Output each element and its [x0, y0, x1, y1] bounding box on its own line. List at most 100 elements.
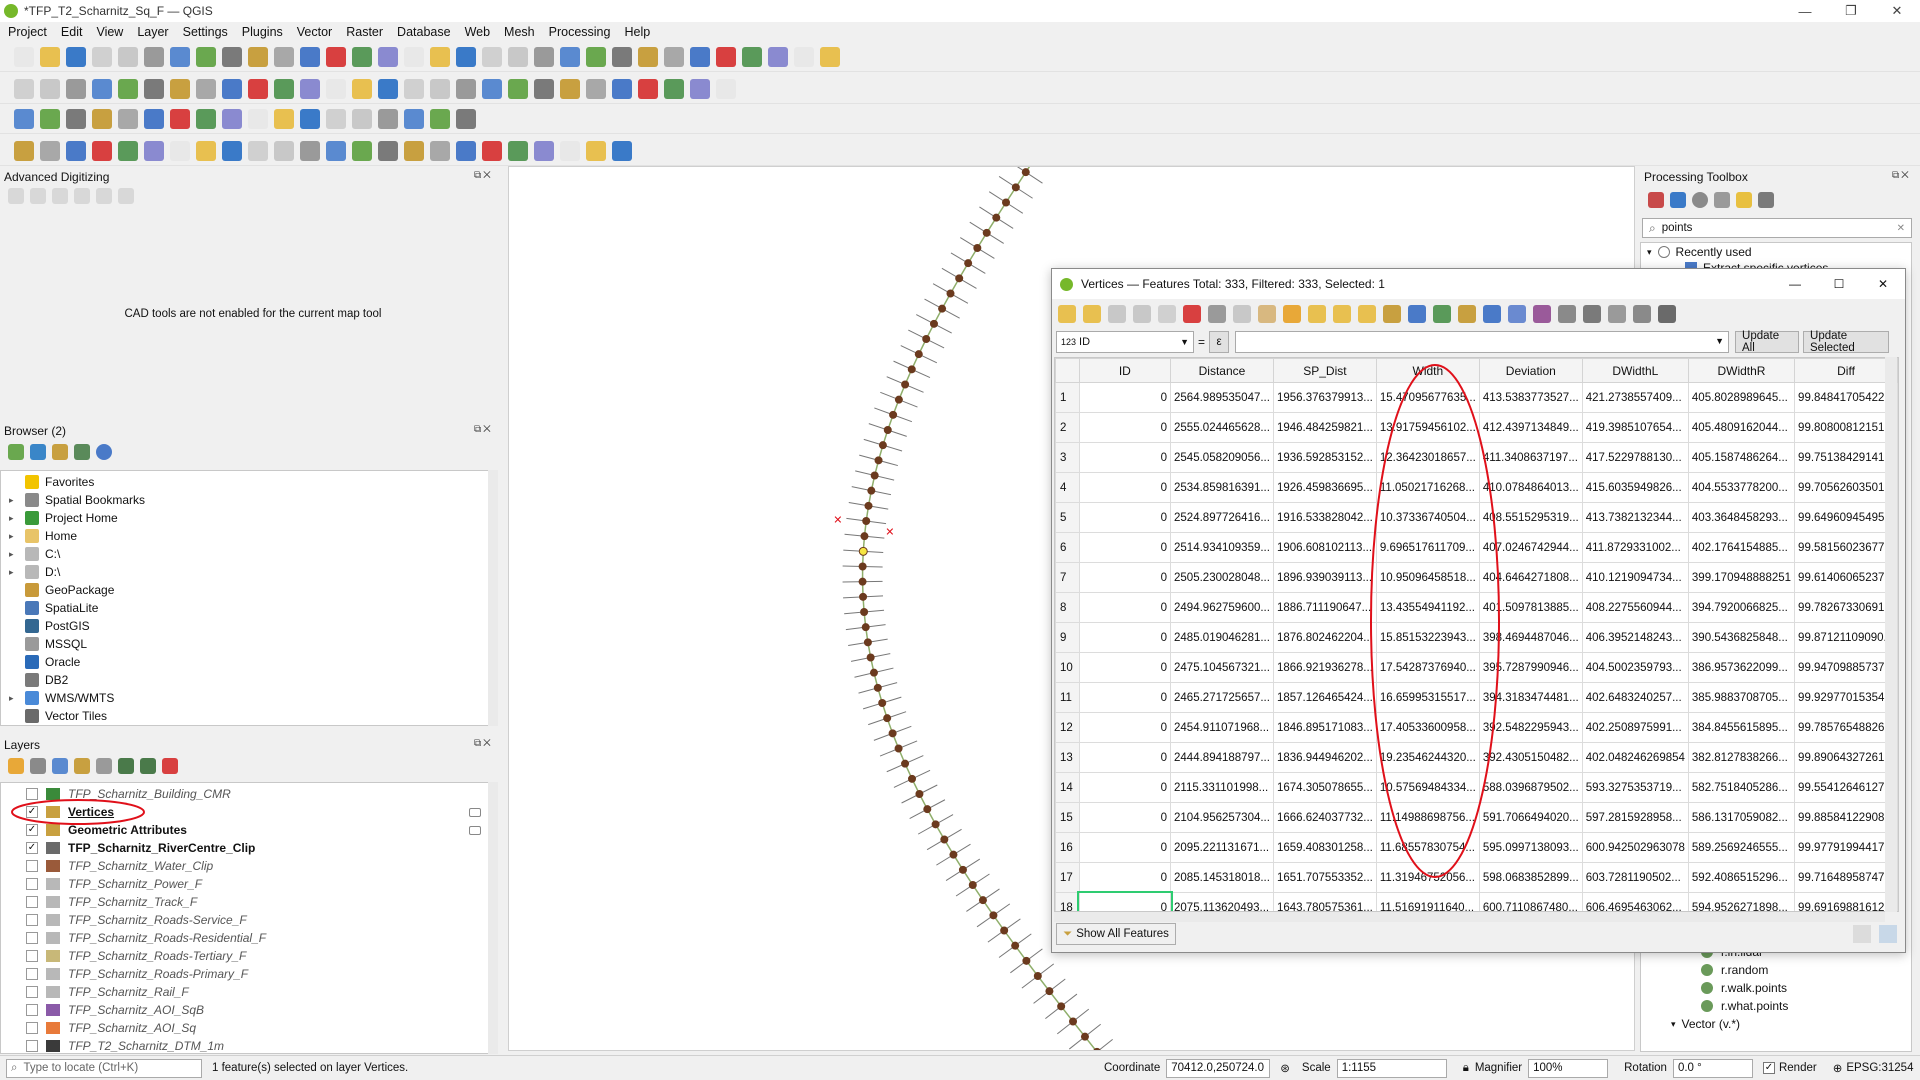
shape-tool-7-icon[interactable] — [170, 108, 190, 129]
table-cell[interactable]: 0 — [1078, 502, 1172, 533]
browser-item[interactable]: Oracle — [1, 653, 80, 671]
table-cell[interactable]: 606.4695463062... — [1581, 892, 1689, 911]
browser-item[interactable]: SpatiaLite — [1, 599, 98, 617]
form-view-icon[interactable] — [1853, 925, 1871, 943]
attribute-tool-18-icon[interactable] — [1483, 305, 1501, 323]
editable-layer-icon[interactable] — [469, 807, 481, 817]
processing-tool-item[interactable]: r.what.points — [1701, 999, 1788, 1013]
attribute-tool-10-icon[interactable] — [1283, 305, 1301, 323]
table-cell[interactable]: 1666.624037732... — [1272, 802, 1377, 833]
file-tool-9-icon[interactable] — [222, 46, 242, 67]
vertex-point[interactable] — [888, 729, 897, 738]
snap-tool-10-icon[interactable] — [248, 140, 268, 161]
table-cell[interactable]: 1886.711190647... — [1272, 592, 1377, 623]
vertex-point[interactable] — [901, 380, 910, 389]
table-cell[interactable]: 1651.707553352... — [1272, 862, 1377, 893]
shape-tool-2-icon[interactable] — [40, 108, 60, 129]
table-cell[interactable]: 403.3648458293... — [1687, 502, 1796, 533]
attribute-tool-8-icon[interactable] — [1233, 305, 1251, 323]
vertex-point[interactable] — [874, 456, 883, 465]
layer-visibility-checkbox[interactable] — [26, 968, 38, 980]
file-tool-32-icon[interactable] — [820, 46, 840, 67]
column-header[interactable]: ID — [1078, 358, 1172, 383]
snap-tool-13-icon[interactable] — [326, 140, 346, 161]
table-cell[interactable]: 99.70562603501... — [1794, 472, 1898, 503]
table-cell[interactable]: 99.71648958747... — [1794, 862, 1898, 893]
filter-expression-icon[interactable] — [96, 758, 112, 774]
vertex-point[interactable] — [859, 592, 868, 601]
vertex-point[interactable] — [923, 805, 932, 814]
vertex-point[interactable] — [1057, 1002, 1066, 1011]
layer-visibility-checkbox[interactable] — [26, 914, 38, 926]
table-cell[interactable]: 99.69169881612... — [1794, 892, 1898, 911]
file-tool-28-icon[interactable] — [716, 46, 736, 67]
menu-view[interactable]: View — [96, 25, 123, 39]
vertex-point[interactable] — [1011, 183, 1020, 192]
vertex-point[interactable] — [908, 774, 917, 783]
table-cell[interactable]: 421.2738557409... — [1581, 382, 1689, 413]
edit-tool-26-icon[interactable] — [664, 78, 684, 99]
edit-tool-14-icon[interactable] — [352, 78, 372, 99]
shape-tool-8-icon[interactable] — [196, 108, 216, 129]
edit-tool-2-icon[interactable] — [40, 78, 60, 99]
table-cell[interactable]: 2545.058209056... — [1170, 442, 1274, 473]
row-header[interactable]: 2 — [1055, 412, 1080, 443]
processing-search-input[interactable]: ⌕ points ✕ — [1642, 218, 1912, 238]
vertex-point[interactable] — [861, 623, 870, 632]
menu-web[interactable]: Web — [465, 25, 490, 39]
file-tool-12-icon[interactable] — [300, 46, 320, 67]
filter-legend-icon[interactable] — [74, 758, 90, 774]
snap-tool-12-icon[interactable] — [300, 140, 320, 161]
file-tool-17-icon[interactable] — [430, 46, 450, 67]
attribute-tool-25-icon[interactable] — [1658, 305, 1676, 323]
table-cell[interactable]: 402.2508975991... — [1581, 712, 1689, 743]
attribute-tool-2-icon[interactable] — [1083, 305, 1101, 323]
table-cell[interactable]: 1946.484259821... — [1272, 412, 1377, 443]
attribute-tool-17-icon[interactable] — [1458, 305, 1476, 323]
shape-tool-15-icon[interactable] — [378, 108, 398, 129]
file-tool-27-icon[interactable] — [690, 46, 710, 67]
file-tool-20-icon[interactable] — [508, 46, 528, 67]
table-corner[interactable] — [1055, 358, 1080, 383]
table-cell[interactable]: 2505.230028048... — [1170, 562, 1274, 593]
row-header[interactable]: 4 — [1055, 472, 1080, 503]
table-cell[interactable]: 1659.408301258... — [1272, 832, 1377, 863]
layer-item[interactable]: TFP_Scharnitz_Power_F — [1, 875, 202, 893]
layers-scrollbar[interactable] — [488, 782, 498, 1054]
vertex-point[interactable] — [978, 896, 987, 905]
row-header[interactable]: 7 — [1055, 562, 1080, 593]
options-icon[interactable] — [1758, 192, 1774, 208]
table-cell[interactable]: 410.1219094734... — [1581, 562, 1689, 593]
cad-help-icon[interactable] — [118, 188, 134, 204]
edit-tool-15-icon[interactable] — [378, 78, 398, 99]
table-cell[interactable]: 99.78267330691... — [1794, 592, 1898, 623]
file-tool-8-icon[interactable] — [196, 46, 216, 67]
table-cell[interactable]: 402.1764154885... — [1687, 532, 1796, 563]
table-cell[interactable]: 0 — [1078, 382, 1172, 413]
layer-visibility-checkbox[interactable] — [26, 1040, 38, 1052]
attribute-tool-21-icon[interactable] — [1558, 305, 1576, 323]
table-view-icon[interactable] — [1879, 925, 1897, 943]
attribute-tool-19-icon[interactable] — [1508, 305, 1526, 323]
browser-item[interactable]: ▸ D:\ — [1, 563, 60, 581]
vertex-point[interactable] — [864, 501, 873, 510]
vertex-point[interactable] — [878, 699, 887, 707]
snap-tool-23-icon[interactable] — [586, 140, 606, 161]
row-header[interactable]: 10 — [1055, 652, 1080, 683]
table-cell[interactable]: 0 — [1078, 442, 1172, 473]
layer-item[interactable]: TFP_Scharnitz_Roads-Tertiary_F — [1, 947, 246, 965]
table-cell[interactable]: 2514.934109359... — [1170, 532, 1274, 563]
history-icon[interactable] — [1692, 192, 1708, 208]
browser-item[interactable]: ▸ WMS/WMTS — [1, 689, 114, 707]
edit-tool-22-icon[interactable] — [560, 78, 580, 99]
file-tool-23-icon[interactable] — [586, 46, 606, 67]
table-cell[interactable]: 0 — [1078, 532, 1172, 563]
attribute-tool-4-icon[interactable] — [1133, 305, 1151, 323]
remove-layer-icon[interactable] — [162, 758, 178, 774]
table-cell[interactable]: 1916.533828042... — [1272, 502, 1377, 533]
row-header[interactable]: 11 — [1055, 682, 1080, 713]
shape-tool-1-icon[interactable] — [14, 108, 34, 129]
vertex-point[interactable] — [968, 881, 977, 889]
vector-group[interactable]: ▾ Vector (v.*) — [1671, 1017, 1740, 1031]
layer-visibility-checkbox[interactable]: ✓ — [26, 842, 38, 854]
